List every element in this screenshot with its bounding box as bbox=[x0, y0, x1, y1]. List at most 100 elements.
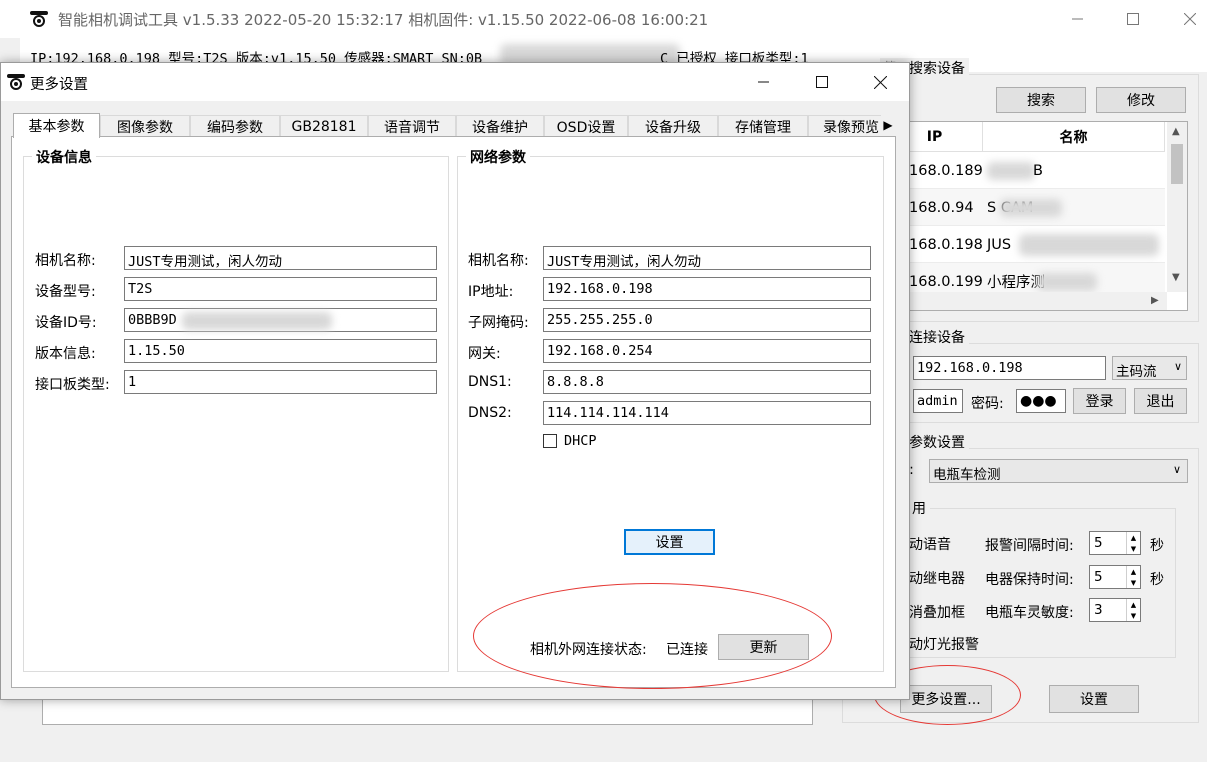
board-type-field[interactable]: 1 bbox=[124, 370, 437, 394]
param-set-button[interactable]: 设置 bbox=[1049, 685, 1139, 713]
dns1-field[interactable]: 8.8.8.8 bbox=[543, 370, 871, 394]
row-ip: 168.0.189 bbox=[909, 162, 983, 179]
search-group-title: 搜索设备 bbox=[905, 58, 969, 78]
connect-group-title: 连接设备 bbox=[905, 327, 969, 347]
scroll-down-icon[interactable]: ▼ bbox=[1172, 272, 1180, 283]
dhcp-label: DHCP bbox=[564, 433, 597, 449]
tab-record-preview[interactable]: 录像预览 bbox=[808, 115, 886, 137]
table-row[interactable]: 168.0.94 S CAM bbox=[887, 189, 1165, 226]
net-camera-name-label: 相机名称: bbox=[468, 253, 529, 269]
version-field[interactable]: 1.15.50 bbox=[124, 339, 437, 363]
login-button[interactable]: 登录 bbox=[1073, 388, 1126, 414]
tab-storage[interactable]: 存储管理 bbox=[718, 115, 808, 137]
close-icon[interactable] bbox=[1167, 2, 1207, 36]
device-model-label: 设备型号: bbox=[35, 284, 96, 300]
device-id-label: 设备ID号: bbox=[35, 315, 97, 331]
tab-basic-params[interactable]: 基本参数 bbox=[13, 113, 100, 138]
device-info-title: 设备信息 bbox=[32, 147, 96, 167]
redacted-name bbox=[1019, 234, 1159, 256]
subnet-mask-field[interactable]: 255.255.255.0 bbox=[543, 308, 871, 332]
log-area bbox=[42, 700, 813, 725]
device-model-field[interactable]: T2S bbox=[124, 277, 437, 301]
connect-ip-input[interactable]: 192.168.0.198 bbox=[913, 356, 1106, 380]
dhcp-checkbox[interactable] bbox=[543, 434, 557, 448]
dialog-maximize-icon[interactable] bbox=[799, 65, 845, 99]
search-button[interactable]: 搜索 bbox=[996, 87, 1086, 113]
table-row[interactable]: 168.0.189 B bbox=[887, 152, 1165, 189]
maximize-icon[interactable] bbox=[1110, 2, 1156, 36]
network-set-button[interactable]: 设置 bbox=[624, 529, 715, 555]
tab-maintenance[interactable]: 设备维护 bbox=[456, 115, 544, 137]
tab-image-params[interactable]: 图像参数 bbox=[100, 115, 190, 137]
spin-up-icon[interactable]: ▲ bbox=[1126, 532, 1140, 543]
scroll-up-icon[interactable]: ▲ bbox=[1172, 126, 1180, 137]
dialog-title: 更多设置 bbox=[30, 77, 88, 93]
device-table[interactable]: IP 名称 168.0.189 B 168.0.94 S CAM 168.0.1… bbox=[886, 121, 1188, 311]
table-horizontal-scrollbar[interactable]: ▶ bbox=[887, 292, 1167, 310]
dialog-close-icon[interactable] bbox=[857, 65, 903, 99]
more-settings-dialog: 更多设置 基本参数 图像参数 编码参数 GB28181 语音调节 设备维护 OS… bbox=[0, 62, 910, 700]
table-vertical-scrollbar[interactable]: ▲ ▼ bbox=[1167, 122, 1187, 292]
chevron-down-icon: ∨ bbox=[1172, 463, 1181, 476]
subnet-mask-label: 子网掩码: bbox=[468, 315, 529, 331]
relay-hold-spinbox[interactable]: 5 ▲ ▼ bbox=[1089, 565, 1141, 589]
alarm-interval-value: 5 bbox=[1094, 535, 1103, 551]
column-header-name[interactable]: 名称 bbox=[983, 122, 1165, 152]
sensitivity-spinbox[interactable]: 3 ▲ ▼ bbox=[1089, 598, 1141, 622]
alarm-interval-unit: 秒 bbox=[1150, 538, 1164, 554]
row-ip: 168.0.198 bbox=[909, 236, 983, 253]
table-row[interactable]: 168.0.198 JUS bbox=[887, 226, 1165, 263]
password-input[interactable]: ●●● bbox=[1016, 389, 1066, 413]
dialog-minimize-icon[interactable] bbox=[741, 65, 787, 99]
device-info-group bbox=[23, 156, 449, 672]
scroll-right-icon[interactable]: ▶ bbox=[1151, 295, 1159, 306]
spin-up-icon[interactable]: ▲ bbox=[1126, 566, 1140, 577]
sensitivity-label: 电瓶车灵敏度: bbox=[985, 605, 1074, 621]
main-titlebar: 智能相机调试工具 v1.5.33 2022-05-20 15:32:17 相机固… bbox=[0, 0, 1207, 38]
scroll-thumb[interactable] bbox=[1171, 144, 1183, 184]
option-light-alarm[interactable]: 动灯光报警 bbox=[909, 634, 979, 654]
alarm-interval-spinbox[interactable]: 5 ▲ ▼ bbox=[1089, 531, 1141, 555]
option-overlay[interactable]: 消叠加框 bbox=[909, 602, 965, 622]
relay-hold-label: 电器保持时间: bbox=[985, 572, 1074, 588]
dns2-field[interactable]: 114.114.114.114 bbox=[543, 401, 871, 425]
net-camera-name-field[interactable]: JUST专用测试，闲人勿动 bbox=[543, 246, 871, 270]
spin-down-icon[interactable]: ▼ bbox=[1126, 543, 1140, 554]
relay-hold-unit: 秒 bbox=[1150, 572, 1164, 588]
tab-osd[interactable]: OSD设置 bbox=[544, 115, 628, 137]
password-label: 密码: bbox=[971, 396, 1004, 412]
row-name: JUS bbox=[987, 236, 1012, 253]
relay-hold-value: 5 bbox=[1094, 569, 1103, 585]
modify-button[interactable]: 修改 bbox=[1096, 87, 1186, 113]
minimize-icon[interactable] bbox=[1055, 2, 1101, 36]
usage-sub-title: 用 bbox=[908, 498, 930, 518]
camera-app-icon bbox=[7, 73, 25, 91]
device-name-field[interactable]: JUST专用测试，闲人勿动 bbox=[124, 246, 437, 270]
chevron-down-icon: ∨ bbox=[1173, 360, 1182, 373]
redacted-name bbox=[1000, 199, 1062, 217]
basic-params-panel: 设备信息 相机名称: JUST专用测试，闲人勿动 设备型号: T2S 设备ID号… bbox=[11, 136, 896, 689]
ip-address-field[interactable]: 192.168.0.198 bbox=[543, 277, 871, 301]
camera-app-icon bbox=[30, 10, 48, 28]
tab-voice[interactable]: 语音调节 bbox=[368, 115, 456, 137]
tab-upgrade[interactable]: 设备升级 bbox=[628, 115, 718, 137]
gateway-field[interactable]: 192.168.0.254 bbox=[543, 339, 871, 363]
tab-gb28181[interactable]: GB28181 bbox=[280, 115, 368, 137]
username-input[interactable]: admin bbox=[913, 389, 963, 413]
option-relay[interactable]: 动继电器 bbox=[909, 568, 965, 588]
algo-select[interactable]: 电瓶车检测 ∨ bbox=[929, 459, 1188, 483]
gateway-label: 网关: bbox=[468, 346, 501, 362]
spin-up-icon[interactable]: ▲ bbox=[1126, 599, 1140, 610]
network-params-title: 网络参数 bbox=[466, 147, 530, 167]
logout-button[interactable]: 退出 bbox=[1134, 388, 1187, 414]
option-voice[interactable]: 动语音 bbox=[909, 534, 951, 554]
spin-down-icon[interactable]: ▼ bbox=[1126, 610, 1140, 621]
tab-scroll-right-icon[interactable]: ▶ bbox=[881, 114, 895, 136]
tab-encode-params[interactable]: 编码参数 bbox=[190, 115, 280, 137]
param-group-title: 参数设置 bbox=[905, 432, 969, 452]
device-name-label: 相机名称: bbox=[35, 253, 96, 269]
spin-down-icon[interactable]: ▼ bbox=[1126, 577, 1140, 588]
alarm-interval-label: 报警间隔时间: bbox=[985, 538, 1074, 554]
redacted-name bbox=[1037, 273, 1097, 291]
stream-select[interactable]: 主码流 ∨ bbox=[1112, 356, 1187, 380]
